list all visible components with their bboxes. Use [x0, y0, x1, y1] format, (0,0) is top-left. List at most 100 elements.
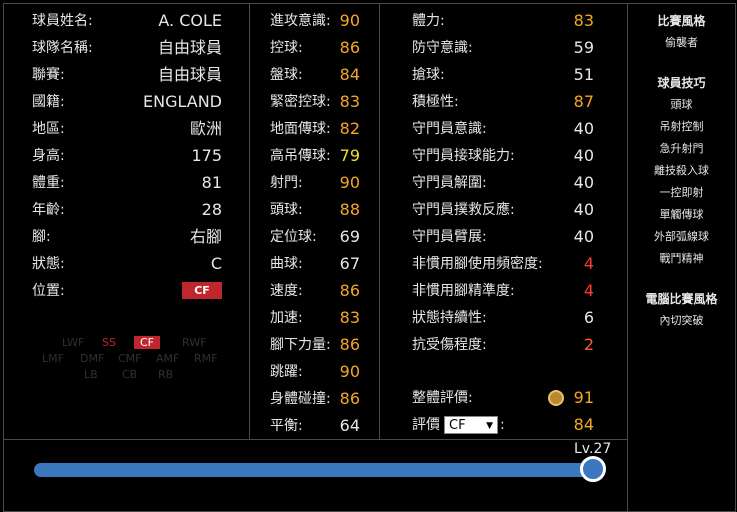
pos-rb: RB — [158, 368, 174, 381]
skill-item: 一控即射 — [659, 186, 704, 199]
foot-label: 腳: — [32, 229, 51, 245]
attribute-value: 40 — [573, 227, 594, 246]
attribute-label: 守門員解圍: — [412, 175, 487, 191]
attribute-row: 控球: 86 — [270, 38, 360, 58]
pos-lwf: LWF — [62, 336, 85, 349]
height-row: 身高: 175 — [32, 146, 222, 166]
attribute-label: 體力: — [412, 13, 445, 29]
skill-item: 頭球 — [670, 98, 693, 111]
weight-row: 體重: 81 — [32, 173, 222, 193]
attribute-value: 4 — [583, 254, 594, 273]
attribute-label: 身體碰撞: — [270, 391, 331, 407]
pos-lb: LB — [84, 368, 98, 381]
league-row: 聯賽: 自由球員 — [32, 65, 222, 85]
attribute-row: 地面傳球: 82 — [270, 119, 360, 139]
pos-ss: SS — [102, 336, 116, 349]
attribute-value: 69 — [339, 227, 360, 246]
attribute-label: 守門員意識: — [412, 121, 487, 137]
team-label: 球隊名稱: — [32, 40, 93, 56]
chevron-down-icon: ▼ — [486, 421, 493, 431]
attribute-value: 86 — [339, 389, 360, 408]
foot-row: 腳: 右腳 — [32, 227, 222, 247]
attribute-value: 88 — [339, 200, 360, 219]
attribute-label: 加速: — [270, 310, 303, 326]
attribute-row: 守門員臂展: 40 — [412, 227, 594, 247]
rating-label: 評價 — [412, 417, 440, 433]
attribute-label: 積極性: — [412, 94, 459, 110]
attribute-row: 定位球: 69 — [270, 227, 360, 247]
skill-item: 急升射門 — [659, 142, 704, 155]
skill-item: 戰鬥精神 — [659, 252, 704, 265]
attribute-label: 守門員接球能力: — [412, 148, 515, 164]
attribute-row: 搶球: 51 — [412, 65, 594, 85]
pos-rwf: RWF — [182, 336, 207, 349]
attribute-value: 83 — [339, 92, 360, 111]
player-name: A. COLE — [158, 11, 222, 30]
attribute-row: 進攻意識: 90 — [270, 11, 360, 31]
pos-cmf: CMF — [118, 352, 142, 365]
attribute-value: 67 — [339, 254, 360, 273]
foot-value: 右腳 — [189, 227, 222, 246]
name-label: 球員姓名: — [32, 13, 93, 29]
form-row: 狀態: C — [32, 254, 222, 274]
form-value: C — [210, 254, 222, 273]
attribute-value: 83 — [573, 11, 594, 30]
attribute-label: 跳躍: — [270, 364, 303, 380]
attribute-row: 狀態持續性: 6 — [412, 308, 594, 328]
side-panel: 比賽風格 偷襲者 球員技巧 頭球 吊射控制 急升射門 離技殺入球 一控即射 單觸傳球 外部弧… — [628, 3, 736, 512]
play-style-value: 偷襲者 — [665, 36, 698, 49]
level-label: Lv.27 — [574, 441, 612, 457]
attribute-row: 防守意識: 59 — [412, 38, 594, 58]
coin-icon — [548, 390, 564, 406]
rating-select-value: CF — [449, 418, 466, 433]
skills-heading: 球員技巧 — [657, 76, 706, 90]
level-slider-thumb[interactable] — [580, 456, 606, 482]
skill-item: 單觸傳球 — [659, 208, 704, 221]
attributes-panel: 進攻意識: 90 控球: 86 盤球: 84 緊密控球: 83 地面傳球: 82 高吊傳球: 79 射門… — [250, 3, 380, 440]
attribute-value: 82 — [339, 119, 360, 138]
attribute-row: 守門員解圍: 40 — [412, 173, 594, 193]
height-value: 175 — [191, 146, 222, 165]
rating-row: 評價 CF ▼ : 84 — [412, 415, 594, 435]
rating-value: 84 — [573, 415, 594, 434]
attribute-label: 頭球: — [270, 202, 303, 218]
weight-label: 體重: — [32, 175, 65, 191]
level-slider-track[interactable] — [34, 463, 596, 477]
attribute-row: 射門: 90 — [270, 173, 360, 193]
position-badge: CF — [182, 282, 222, 299]
team-value: 自由球員 — [157, 38, 222, 57]
attribute-label: 高吊傳球: — [270, 148, 331, 164]
rating-position-select[interactable]: CF ▼ — [444, 416, 498, 434]
attribute-value: 86 — [339, 281, 360, 300]
attribute-row: 盤球: 84 — [270, 65, 360, 85]
attribute-label: 守門員臂展: — [412, 229, 487, 245]
name-row: 球員姓名: A. COLE — [32, 11, 222, 31]
rating-colon: : — [500, 417, 505, 433]
league-value: 自由球員 — [157, 65, 222, 84]
attribute-row: 高吊傳球: 79 — [270, 146, 360, 166]
skill-item: 外部弧線球 — [654, 230, 709, 243]
attribute-row: 體力: 83 — [412, 11, 594, 31]
attribute-value: 83 — [339, 308, 360, 327]
overall-label: 整體評價: — [412, 390, 473, 406]
play-style-heading: 比賽風格 — [657, 14, 706, 28]
attribute-row: 加速: 83 — [270, 308, 360, 328]
form-label: 狀態: — [32, 256, 65, 272]
attribute-row: 抗受傷程度: 2 — [412, 335, 594, 355]
position-map: LWF SS CF RWF LMF DMF CMF AMF RMF LB CB … — [32, 334, 232, 394]
pos-rmf: RMF — [194, 352, 218, 365]
attribute-row: 非慣用腳使用頻密度: 4 — [412, 254, 594, 274]
attribute-label: 平衡: — [270, 418, 303, 434]
attribute-row: 腳下力量: 86 — [270, 335, 360, 355]
attribute-row: 守門員意識: 40 — [412, 119, 594, 139]
weight-value: 81 — [201, 173, 222, 192]
attribute-label: 速度: — [270, 283, 303, 299]
attribute-label: 緊密控球: — [270, 94, 331, 110]
attribute-value: 90 — [339, 11, 360, 30]
attribute-label: 搶球: — [412, 67, 445, 83]
attribute-label: 射門: — [270, 175, 303, 191]
attribute-label: 進攻意識: — [270, 13, 331, 29]
attribute-label: 非慣用腳使用頻密度: — [412, 256, 543, 272]
pos-cb: CB — [122, 368, 138, 381]
attribute-label: 防守意識: — [412, 40, 473, 56]
